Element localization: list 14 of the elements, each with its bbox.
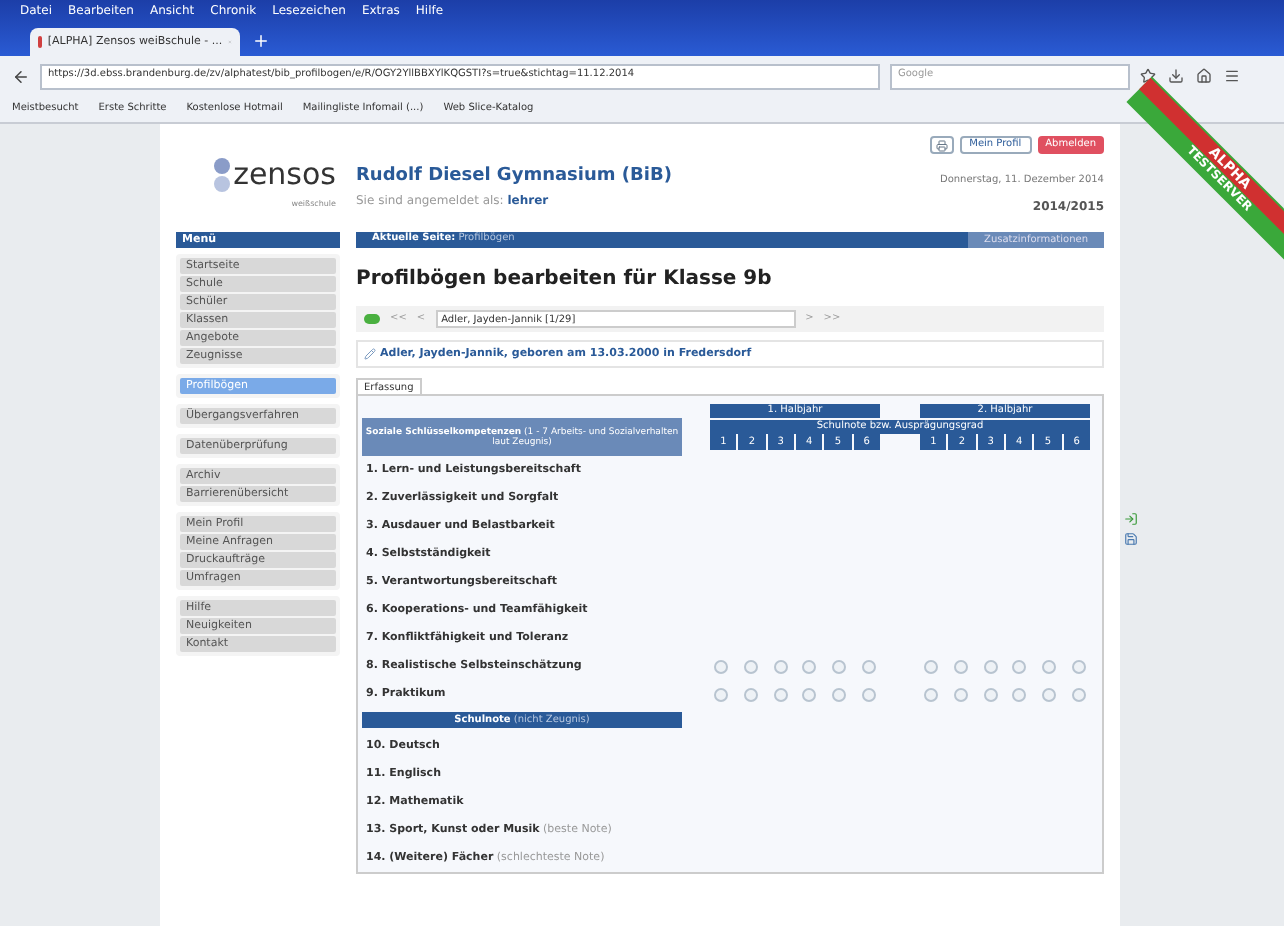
logo: zensos — [233, 154, 336, 196]
new-tab-icon[interactable] — [252, 32, 270, 50]
page-title: Profilbögen bearbeiten für Klasse 9b — [356, 266, 774, 294]
enter-icon[interactable] — [1124, 512, 1138, 526]
school-name: Rudolf Diesel Gymnasium (BiB) — [356, 164, 674, 190]
print-button[interactable] — [929, 136, 954, 154]
save-icon[interactable] — [1124, 532, 1138, 546]
home-icon[interactable] — [1196, 68, 1212, 84]
menu-icon[interactable] — [1224, 68, 1240, 84]
pencil-icon — [364, 348, 376, 360]
logo-icon — [213, 157, 230, 192]
back-icon[interactable] — [12, 67, 30, 85]
print-icon — [935, 139, 948, 151]
download-icon[interactable] — [1168, 68, 1184, 84]
